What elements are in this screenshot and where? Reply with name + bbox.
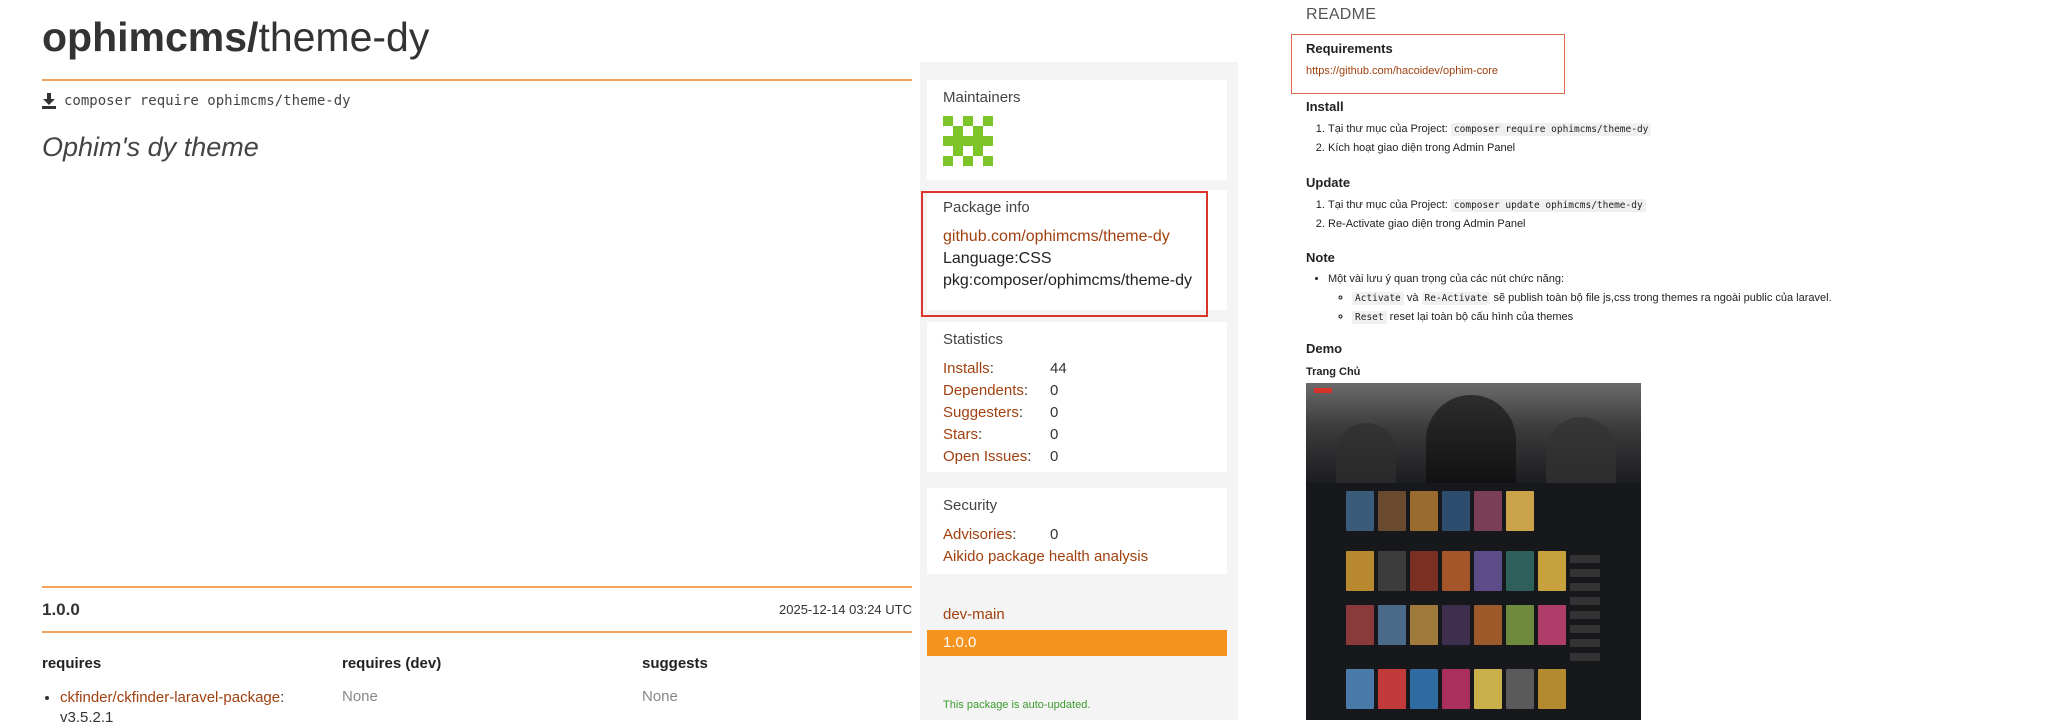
readme-note-and: và bbox=[1406, 292, 1419, 304]
package-description: Ophim's dy theme bbox=[42, 132, 259, 162]
maintainers-heading: Maintainers bbox=[943, 89, 1021, 106]
version-divider-bottom bbox=[42, 631, 912, 633]
demo-poster-row bbox=[1346, 605, 1566, 645]
stat-label-suggesters[interactable]: Suggesters bbox=[943, 404, 1019, 421]
readme-reset-text: reset lại toàn bộ cấu hình của themes bbox=[1389, 311, 1574, 323]
stat-row-installs: Installs: 44 bbox=[927, 358, 1227, 380]
stat-value-installs: 44 bbox=[1050, 360, 1067, 377]
statistics-list: Installs: 44 Dependents: 0 Suggesters: 0 St… bbox=[927, 358, 1227, 468]
stat-label-open-issues[interactable]: Open Issues bbox=[943, 448, 1027, 465]
stat-row-stars: Stars: 0 bbox=[927, 424, 1227, 446]
list-item: Một vài lưu ý quan trọng của các nút chứ… bbox=[1328, 270, 1832, 327]
stat-row-open-issues: Open Issues: 0 bbox=[927, 446, 1227, 468]
readme-requirements-link[interactable]: https://github.com/hacoidev/ophim-core bbox=[1306, 65, 1498, 77]
readme-update-title: Update bbox=[1306, 175, 1351, 190]
demo-poster-row bbox=[1346, 491, 1534, 531]
title-divider bbox=[42, 79, 912, 81]
list-item: Tại thư mục của Project: composer requir… bbox=[1328, 120, 1652, 139]
advisories-value: 0 bbox=[1050, 526, 1059, 543]
requires-list: ckfinder/ckfinder-laravel-package: v3.5.… bbox=[42, 688, 332, 728]
demo-sidebar-list bbox=[1570, 555, 1600, 667]
stat-value-open-issues: 0 bbox=[1050, 448, 1059, 465]
list-item: Reset reset lại toàn bộ cấu hình của the… bbox=[1352, 308, 1832, 327]
stat-label-stars[interactable]: Stars bbox=[943, 426, 978, 443]
advisories-row: Advisories: 0 bbox=[927, 524, 1227, 546]
suggests-heading: suggests bbox=[642, 655, 708, 672]
demo-screenshot bbox=[1306, 383, 1641, 720]
stat-value-dependents: 0 bbox=[1050, 382, 1059, 399]
requires-heading: requires bbox=[42, 655, 102, 672]
readme-update-list: Tại thư mục của Project: composer update… bbox=[1306, 196, 1646, 234]
statistics-card: Statistics Installs: 44 Dependents: 0 Sugg… bbox=[927, 322, 1227, 472]
suggests-column: suggests None bbox=[642, 655, 932, 705]
readme-update-1-code: composer update ophimcms/theme-dy bbox=[1450, 199, 1646, 212]
readme-note-title: Note bbox=[1306, 250, 1335, 265]
readme-demo-home: Trang Chủ bbox=[1306, 366, 1361, 378]
auto-updated-note: This package is auto-updated. bbox=[943, 699, 1091, 711]
readme-reset-code: Reset bbox=[1352, 311, 1387, 324]
list-item: Re-Activate giao diện trong Admin Panel bbox=[1328, 215, 1646, 234]
readme-activate-code: Activate bbox=[1352, 292, 1404, 305]
readme-demo-title: Demo bbox=[1306, 341, 1343, 356]
requires-dev-heading: requires (dev) bbox=[342, 655, 442, 672]
stat-row-suggesters: Suggesters: 0 bbox=[927, 402, 1227, 424]
demo-poster-row bbox=[1346, 669, 1566, 709]
list-item: Activate và Re-Activate sẽ publish toàn … bbox=[1352, 289, 1832, 308]
install-command-row[interactable]: composer require ophimcms/theme-dy bbox=[42, 93, 351, 109]
readme-requirements-title: Requirements bbox=[1306, 41, 1393, 56]
stat-row-dependents: Dependents: 0 bbox=[927, 380, 1227, 402]
package-name: theme-dy bbox=[258, 14, 430, 60]
security-heading: Security bbox=[943, 497, 998, 514]
stat-label-dependents[interactable]: Dependents bbox=[943, 382, 1024, 399]
stat-value-suggesters: 0 bbox=[1050, 404, 1059, 421]
readme-install-1-text: Tại thư mục của Project: bbox=[1328, 123, 1448, 135]
readme-install-title: Install bbox=[1306, 99, 1344, 114]
install-command[interactable]: composer require ophimcms/theme-dy bbox=[64, 93, 351, 109]
readme-heading: README bbox=[1306, 6, 1377, 23]
package-info-highlight bbox=[921, 191, 1208, 317]
version-number: 1.0.0 bbox=[42, 600, 80, 619]
maintainers-card: Maintainers bbox=[927, 80, 1227, 180]
readme-install-1-code: composer require ophimcms/theme-dy bbox=[1450, 123, 1652, 136]
stat-value-stars: 0 bbox=[1050, 426, 1059, 443]
readme-update-1-text: Tại thư mục của Project: bbox=[1328, 199, 1448, 211]
package-vendor: ophimcms/ bbox=[42, 14, 259, 60]
version-date: 2025-12-14 03:24 UTC bbox=[779, 602, 912, 617]
statistics-heading: Statistics bbox=[943, 331, 1004, 348]
requires-dev-column: requires (dev) None bbox=[342, 655, 632, 705]
branch-dev-main[interactable]: dev-main bbox=[943, 606, 1005, 623]
download-icon bbox=[42, 93, 56, 109]
maintainer-avatar[interactable] bbox=[943, 116, 993, 166]
version-divider-top bbox=[42, 586, 912, 588]
requires-item-link[interactable]: ckfinder/ckfinder-laravel-package bbox=[60, 689, 280, 706]
readme-activate-text: sẽ publish toàn bộ file js,css trong the… bbox=[1493, 292, 1832, 304]
list-item: Kích hoạt giao diện trong Admin Panel bbox=[1328, 139, 1651, 158]
readme-note-list: Một vài lưu ý quan trọng của các nút chứ… bbox=[1306, 270, 1832, 327]
requires-dev-value: None bbox=[342, 688, 378, 705]
security-card: Security Advisories: 0 Aikido package hea… bbox=[927, 488, 1227, 574]
aikido-link[interactable]: Aikido package health analysis bbox=[943, 546, 1148, 568]
requires-column: requires ckfinder/ckfinder-laravel-packa… bbox=[42, 655, 332, 728]
advisories-link[interactable]: Advisories bbox=[943, 526, 1012, 543]
page-title: ophimcms/theme-dy bbox=[42, 14, 429, 61]
demo-logo bbox=[1314, 388, 1332, 393]
list-item: Tại thư mục của Project: composer update… bbox=[1328, 196, 1646, 215]
suggests-value: None bbox=[642, 688, 678, 705]
list-item: ckfinder/ckfinder-laravel-package: v3.5.… bbox=[60, 688, 332, 728]
stat-label-installs[interactable]: Installs bbox=[943, 360, 990, 377]
readme-install-list: Tại thư mục của Project: composer requir… bbox=[1306, 120, 1652, 158]
demo-poster-row bbox=[1346, 551, 1566, 591]
readme-reactivate-code: Re-Activate bbox=[1421, 292, 1491, 305]
demo-hero-banner bbox=[1306, 383, 1641, 483]
readme-note-1: Một vài lưu ý quan trọng của các nút chứ… bbox=[1328, 273, 1565, 285]
readme-note-sublist: Activate và Re-Activate sẽ publish toàn … bbox=[1328, 289, 1832, 327]
branch-active-version[interactable]: 1.0.0 bbox=[927, 630, 1227, 656]
